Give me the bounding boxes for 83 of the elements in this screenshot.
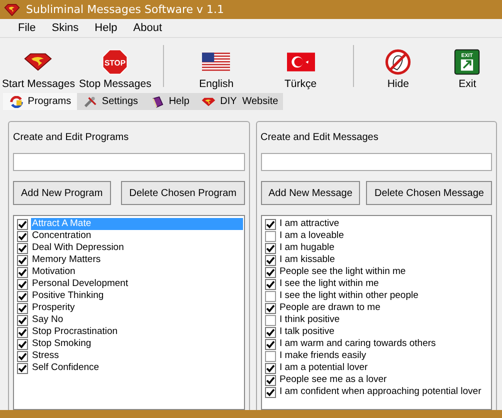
checkbox[interactable] [17, 350, 28, 362]
checkbox[interactable] [17, 302, 28, 314]
checkbox[interactable] [17, 278, 28, 290]
menu-item[interactable]: About [125, 22, 170, 34]
checkbox[interactable] [264, 314, 276, 326]
input-field[interactable] [13, 153, 244, 171]
panel-title: Create and Edit Programs [13, 132, 130, 143]
toolbar-button[interactable]: Türkçe [258, 42, 343, 90]
list-item[interactable]: Self Confidence [31, 362, 100, 374]
list-item[interactable]: I see the light within other people [278, 290, 420, 302]
toolbar-button[interactable]: Start Messages [0, 42, 77, 90]
checkbox[interactable] [264, 266, 276, 278]
tab[interactable]: Programs [3, 93, 78, 110]
tab[interactable]: DIY Website [195, 93, 284, 110]
window-title: Subliminal Messages Software v 1.1 [26, 3, 224, 16]
list-item[interactable]: Prosperity [31, 302, 76, 314]
list-item[interactable]: I think positive [278, 314, 341, 326]
stop-sign-icon: STOP [101, 49, 130, 75]
action-button[interactable]: Add New Program [13, 181, 111, 205]
list-item[interactable]: People are drawn to me [278, 302, 382, 314]
checkbox[interactable] [17, 290, 28, 302]
toolbar-button[interactable]: English [174, 42, 258, 90]
menu-item[interactable]: Skins [44, 22, 87, 34]
checkbox[interactable] [264, 230, 276, 242]
tools-icon [83, 96, 98, 108]
checkbox[interactable] [264, 338, 276, 350]
list-item[interactable]: I make friends easily [278, 350, 368, 362]
list-item[interactable]: I am kissable [278, 254, 336, 266]
checkbox[interactable] [264, 218, 276, 230]
checkbox[interactable] [264, 242, 276, 254]
checkbox[interactable] [264, 278, 276, 290]
checkbox[interactable] [17, 338, 28, 350]
list-item[interactable]: I talk positive [278, 326, 336, 338]
list-item[interactable]: I see the light within me [278, 278, 380, 290]
action-button[interactable]: Delete Chosen Program [121, 181, 244, 205]
list-item[interactable]: Say No [31, 314, 64, 326]
list-item[interactable]: People see the light within me [278, 266, 407, 278]
checkbox[interactable] [264, 374, 276, 386]
toolbar-button[interactable]: Hide [364, 42, 433, 90]
list-item[interactable]: People see me as a lover [278, 374, 388, 386]
list-item[interactable]: I am a loveable [278, 230, 345, 242]
input-field[interactable] [260, 153, 492, 171]
list-item[interactable]: Stress [31, 350, 60, 362]
action-button[interactable]: Add New Message [260, 181, 360, 205]
list-item[interactable]: Positive Thinking [31, 290, 105, 302]
checkbox[interactable] [17, 266, 28, 278]
list-item[interactable]: I am hugable [278, 242, 336, 254]
tab[interactable]: Settings [77, 93, 144, 110]
checkbox[interactable] [17, 314, 28, 326]
list-item[interactable]: I am confident when approaching potential lover [278, 386, 482, 398]
menu-item[interactable]: File [10, 22, 44, 34]
checkbox[interactable] [264, 386, 276, 398]
checkbox[interactable] [17, 218, 28, 230]
checkbox[interactable] [264, 362, 276, 374]
book-icon [150, 96, 166, 108]
checkbox[interactable] [264, 326, 276, 338]
action-button[interactable]: Delete Chosen Message [366, 181, 492, 205]
list-item[interactable]: Stop Smoking [31, 338, 92, 350]
panel-title: Create and Edit Messages [260, 132, 380, 143]
menu-item[interactable]: Help [86, 22, 126, 34]
checkbox[interactable] [17, 254, 28, 266]
list-item[interactable]: Motivation [31, 266, 76, 278]
list-item[interactable]: I am warm and caring towards others [278, 338, 437, 350]
list-item[interactable]: I am a potential lover [278, 362, 369, 374]
shield-icon [4, 4, 20, 16]
checkbox[interactable] [17, 326, 28, 338]
arrows-icon [9, 96, 24, 108]
list-item[interactable]: Concentration [31, 230, 92, 242]
list-item[interactable]: Memory Matters [31, 254, 102, 266]
checkbox[interactable] [264, 290, 276, 302]
checkbox[interactable] [17, 242, 28, 254]
shield-icon [201, 96, 216, 108]
list-item[interactable]: I am attractive [278, 218, 340, 230]
toolbar-button[interactable]: STOP Stop Messages [76, 42, 154, 90]
list-item[interactable]: Deal With Depression [31, 242, 125, 254]
list-item[interactable]: Personal Development [31, 278, 130, 290]
checkbox[interactable] [17, 362, 28, 374]
checkbox[interactable] [264, 350, 276, 362]
checkbox[interactable] [264, 302, 276, 314]
checkbox[interactable] [264, 254, 276, 266]
checkbox[interactable] [17, 230, 28, 242]
tab[interactable]: Help [144, 93, 196, 110]
list-item[interactable]: Stop Procrastination [31, 326, 119, 338]
